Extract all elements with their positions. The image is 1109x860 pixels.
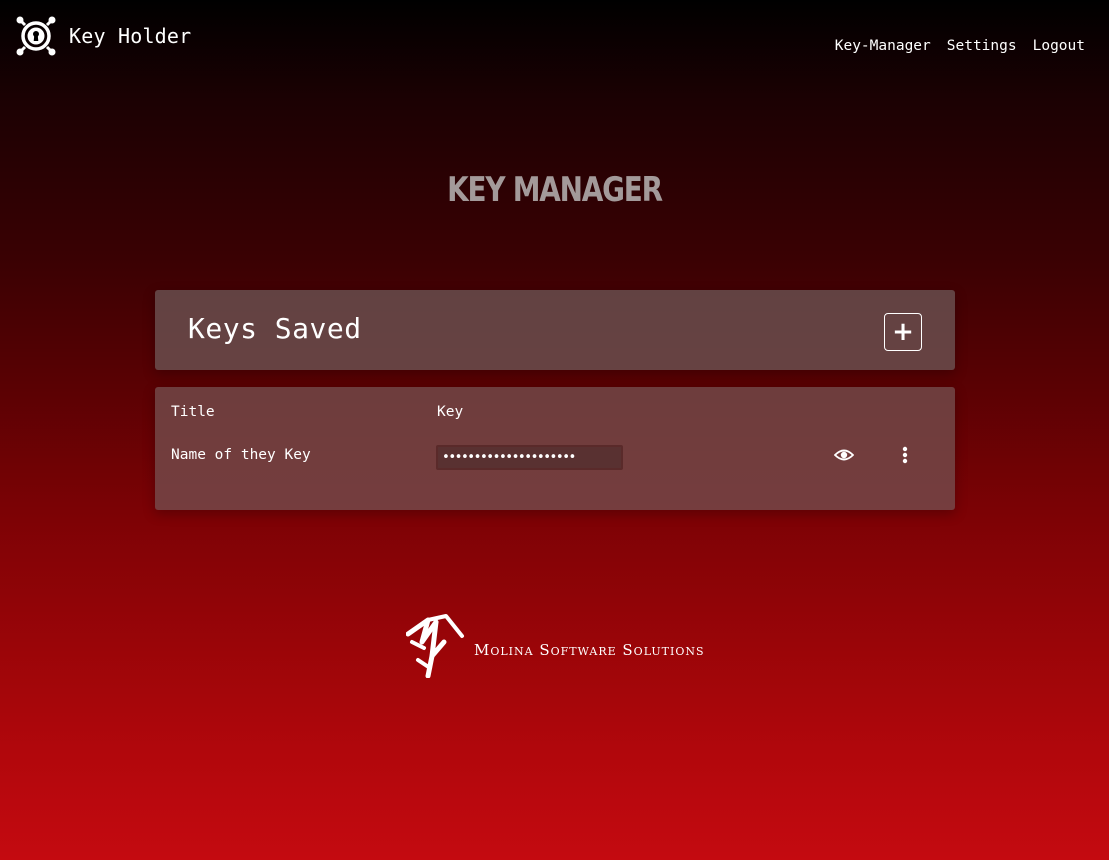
footer: Molina Software Solutions <box>406 612 705 678</box>
more-vertical-icon[interactable] <box>897 445 913 465</box>
add-key-button[interactable]: + <box>884 313 922 351</box>
nav-link-logout[interactable]: Logout <box>1033 38 1085 54</box>
keys-table: Title Key Name of they Key •••••••••••••… <box>155 387 955 510</box>
key-password-field[interactable]: ••••••••••••••••••••• <box>436 445 623 470</box>
brand[interactable]: Key Holder <box>16 16 191 56</box>
eye-icon[interactable] <box>834 446 854 464</box>
keyhole-icon <box>16 16 56 56</box>
page-title: KEY MANAGER <box>447 170 663 210</box>
app-name: Key Holder <box>69 24 192 48</box>
key-title-cell: Name of they Key <box>171 447 311 463</box>
keys-saved-card: Keys Saved + <box>155 290 955 370</box>
nav-link-key-manager[interactable]: Key-Manager <box>835 38 931 54</box>
plus-icon: + <box>892 317 914 347</box>
column-header-title: Title <box>171 404 215 420</box>
column-header-key: Key <box>437 404 464 420</box>
navbar: Key Holder Key-Manager Settings Logout <box>0 0 1109 80</box>
nav-links: Key-Manager Settings Logout <box>835 38 1085 54</box>
molina-logo-icon <box>406 614 464 678</box>
nav-link-settings[interactable]: Settings <box>947 38 1017 54</box>
company-name: Molina Software Solutions <box>474 641 705 659</box>
keys-saved-title: Keys Saved <box>188 312 362 345</box>
